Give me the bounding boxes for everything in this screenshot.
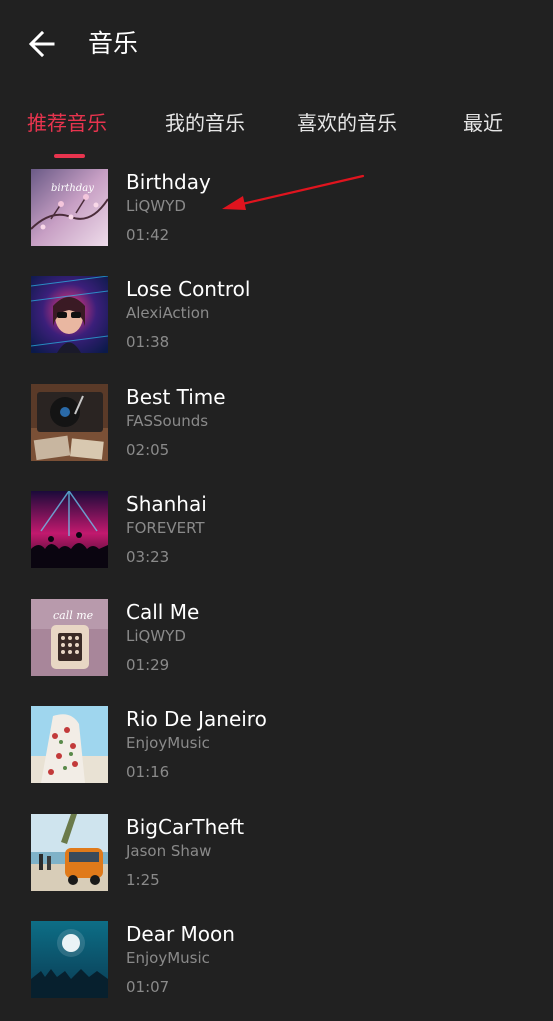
cover-text: call me: [53, 609, 94, 622]
song-artist: EnjoyMusic: [126, 949, 210, 967]
song-title: Dear Moon: [126, 922, 235, 946]
tab-recommended-music[interactable]: 推荐音乐: [27, 108, 107, 138]
album-cover: call me: [31, 599, 108, 676]
song-item-rio-de-janeiro[interactable]: Rio De Janeiro EnjoyMusic 01:16: [0, 699, 553, 806]
song-title: BigCarTheft: [126, 815, 245, 839]
tab-bar: 推荐音乐 我的音乐 喜欢的音乐 最近: [0, 100, 553, 160]
song-title: Birthday: [126, 170, 211, 194]
song-artist: EnjoyMusic: [126, 734, 210, 752]
album-cover: birthday: [31, 169, 108, 246]
song-title: Best Time: [126, 385, 226, 409]
song-artist: FOREVERT: [126, 519, 205, 537]
song-duration: 03:23: [126, 548, 170, 566]
song-artist: FASSounds: [126, 412, 209, 430]
app-bar: 音乐: [0, 0, 553, 88]
album-cover: [31, 706, 108, 783]
song-duration: 01:42: [126, 226, 170, 244]
cover-text: birthday: [51, 183, 94, 194]
song-item-dear-moon[interactable]: Dear Moon EnjoyMusic 01:07: [0, 914, 553, 1021]
song-item-call-me[interactable]: call me Call Me LiQWYD 01:29: [0, 592, 553, 699]
song-duration: 02:05: [126, 441, 170, 459]
active-tab-indicator: [54, 154, 85, 158]
song-artist: LiQWYD: [126, 627, 186, 645]
song-title: Call Me: [126, 600, 200, 624]
album-cover: [31, 814, 108, 891]
page-title: 音乐: [88, 29, 139, 58]
song-artist: AlexiAction: [126, 304, 210, 322]
album-cover: [31, 384, 108, 461]
song-item-bigcartheft[interactable]: BigCarTheft Jason Shaw 1:25: [0, 807, 553, 914]
song-duration: 01:29: [126, 656, 170, 674]
song-artist: Jason Shaw: [126, 842, 212, 860]
album-cover: [31, 276, 108, 353]
song-duration: 01:16: [126, 763, 170, 781]
song-item-best-time[interactable]: Best Time FASSounds 02:05: [0, 377, 553, 484]
song-item-lose-control[interactable]: Lose Control AlexiAction 01:38: [0, 269, 553, 376]
tab-my-music[interactable]: 我的音乐: [165, 108, 245, 138]
song-artist: LiQWYD: [126, 197, 186, 215]
song-duration: 1:25: [126, 871, 160, 889]
album-cover: [31, 921, 108, 998]
album-cover: [31, 491, 108, 568]
tab-liked-music[interactable]: 喜欢的音乐: [297, 108, 397, 138]
back-button[interactable]: [20, 24, 64, 64]
song-item-shanhai[interactable]: Shanhai FOREVERT 03:23: [0, 484, 553, 591]
song-item-birthday[interactable]: birthday Birthday LiQWYD 01:42: [0, 162, 553, 269]
tab-recent[interactable]: 最近: [463, 108, 503, 138]
song-title: Rio De Janeiro: [126, 707, 267, 731]
arrow-left-icon: [28, 30, 55, 58]
song-title: Shanhai: [126, 492, 207, 516]
song-title: Lose Control: [126, 277, 251, 301]
song-duration: 01:38: [126, 333, 170, 351]
song-duration: 01:07: [126, 978, 170, 996]
